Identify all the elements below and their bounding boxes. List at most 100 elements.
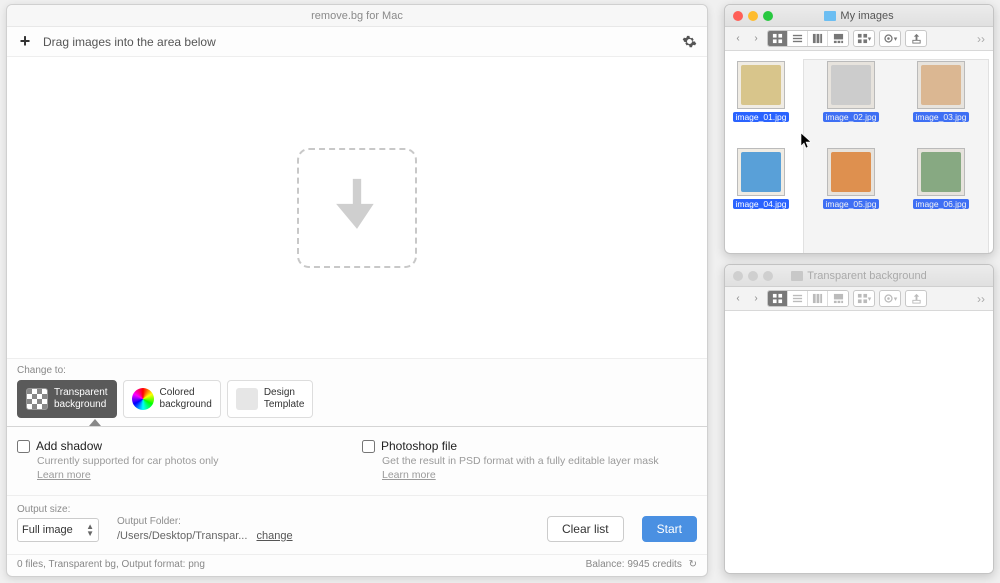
share-icon [911, 33, 922, 44]
view-icons-button[interactable] [768, 31, 788, 46]
bg-option-colored[interactable]: Colored background [123, 380, 221, 418]
folder-icon [791, 271, 803, 281]
option-add-shadow: Add shadow Currently supported for car p… [17, 439, 352, 481]
share-icon [911, 293, 922, 304]
change-folder-link[interactable]: change [256, 530, 292, 542]
app-titlebar: remove.bg for Mac [7, 5, 707, 27]
color-wheel-icon [132, 388, 154, 410]
finder-title: My images [778, 10, 940, 22]
psd-checkbox[interactable] [362, 440, 375, 453]
file-thumbnail [917, 61, 965, 109]
arrange-button[interactable]: ▾ [853, 30, 875, 47]
view-columns-button[interactable] [808, 31, 828, 46]
view-gallery-button[interactable] [828, 31, 848, 46]
output-size-select[interactable]: Full image ▲▼ [17, 518, 99, 542]
export-options-row: Add shadow Currently supported for car p… [7, 426, 707, 496]
nav-back-button[interactable]: ‹ [731, 291, 745, 307]
bg-option-design[interactable]: Design Template [227, 380, 314, 418]
finder-content[interactable] [725, 311, 993, 573]
action-button[interactable]: ▾ [879, 290, 901, 307]
toolbar-overflow[interactable]: ›› [975, 292, 987, 306]
file-thumbnail [827, 148, 875, 196]
add-images-button[interactable]: + [15, 32, 35, 52]
file-item[interactable]: image_04.jpg [733, 148, 789, 209]
file-thumbnail [737, 148, 785, 196]
nav-forward-button[interactable]: › [749, 31, 763, 47]
change-to-label: Change to: [17, 365, 697, 376]
checker-swatch-icon [26, 388, 48, 410]
finder-toolbar: ‹ › ▾ ▾ ›› [725, 287, 993, 311]
file-thumbnail [827, 61, 875, 109]
file-label: image_03.jpg [913, 112, 968, 122]
drop-area[interactable] [7, 57, 707, 358]
file-item[interactable]: image_02.jpg [823, 61, 879, 122]
gear-icon [883, 33, 894, 44]
output-folder-label: Output Folder: [117, 516, 293, 527]
finder-titlebar[interactable]: My images [725, 5, 993, 27]
arrange-icon [857, 293, 868, 304]
file-label: image_01.jpg [733, 112, 788, 122]
nav-forward-button[interactable]: › [749, 291, 763, 307]
minimize-icon[interactable] [748, 11, 758, 21]
start-button[interactable]: Start [642, 516, 697, 542]
add-shadow-checkbox-label[interactable]: Add shadow [17, 439, 352, 453]
refresh-icon[interactable]: ↻ [689, 559, 697, 570]
settings-button[interactable] [679, 32, 699, 52]
app-title: remove.bg for Mac [311, 10, 403, 22]
status-balance: Balance: 9945 credits [586, 559, 682, 570]
gallery-icon [833, 293, 844, 304]
finder-toolbar: ‹ › ▾ ▾ ›› [725, 27, 993, 51]
file-label: image_04.jpg [733, 199, 788, 209]
cursor-icon [801, 133, 813, 149]
close-icon[interactable] [733, 271, 743, 281]
list-icon [792, 293, 803, 304]
change-to-section: Change to: Transparent background Colore… [7, 358, 707, 426]
status-bar: 0 files, Transparent bg, Output format: … [7, 555, 707, 576]
option-photoshop-file: Photoshop file Get the result in PSD for… [362, 439, 697, 481]
add-shadow-learn-more[interactable]: Learn more [37, 469, 91, 481]
gear-icon [883, 293, 894, 304]
status-left: 0 files, Transparent bg, Output format: … [17, 559, 205, 570]
add-shadow-checkbox[interactable] [17, 440, 30, 453]
app-window: remove.bg for Mac + Drag images into the… [6, 4, 708, 577]
finder-content[interactable]: image_01.jpg image_02.jpg image_03.jpgimag… [725, 51, 993, 253]
psd-checkbox-label[interactable]: Photoshop file [362, 439, 697, 453]
finder-titlebar[interactable]: Transparent background [725, 265, 993, 287]
view-list-button[interactable] [788, 31, 808, 46]
select-stepper-icon: ▲▼ [86, 523, 94, 537]
arrange-button[interactable]: ▾ [853, 290, 875, 307]
traffic-lights[interactable] [733, 271, 773, 281]
toolbar-hint: Drag images into the area below [43, 35, 679, 49]
clear-list-button[interactable]: Clear list [547, 516, 624, 542]
action-button[interactable]: ▾ [879, 30, 901, 47]
selection-pointer-icon [89, 419, 101, 426]
zoom-icon[interactable] [763, 271, 773, 281]
grid-icon [772, 293, 783, 304]
finder-title: Transparent background [778, 270, 940, 282]
share-button[interactable] [905, 30, 927, 47]
columns-icon [812, 293, 823, 304]
finder-window-my-images: My images ‹ › ▾ ▾ ›› image_01.jpgimage_0… [724, 4, 994, 254]
view-gallery-button[interactable] [828, 291, 848, 306]
minimize-icon[interactable] [748, 271, 758, 281]
bg-option-transparent[interactable]: Transparent background [17, 380, 117, 418]
file-item[interactable]: image_05.jpg [823, 148, 879, 209]
file-item[interactable]: image_01.jpg [733, 61, 789, 122]
file-item[interactable]: image_06.jpg [913, 148, 969, 209]
finder-window-output: Transparent background ‹ › ▾ ▾ ›› [724, 264, 994, 574]
file-item[interactable]: image_03.jpg [913, 61, 969, 122]
share-button[interactable] [905, 290, 927, 307]
output-row: Output size: Full image ▲▼ Output Folder… [7, 496, 707, 555]
list-icon [792, 33, 803, 44]
zoom-icon[interactable] [763, 11, 773, 21]
close-icon[interactable] [733, 11, 743, 21]
folder-icon [824, 11, 836, 21]
traffic-lights[interactable] [733, 11, 773, 21]
view-columns-button[interactable] [808, 291, 828, 306]
toolbar-overflow[interactable]: ›› [975, 32, 987, 46]
psd-learn-more[interactable]: Learn more [382, 469, 436, 481]
view-icons-button[interactable] [768, 291, 788, 306]
file-thumbnail [917, 148, 965, 196]
nav-back-button[interactable]: ‹ [731, 31, 745, 47]
view-list-button[interactable] [788, 291, 808, 306]
